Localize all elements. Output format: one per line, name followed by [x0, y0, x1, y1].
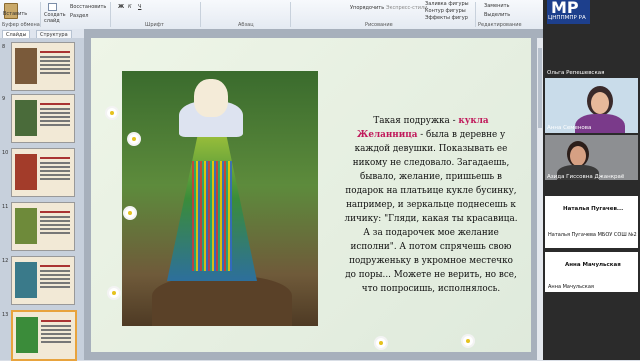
slide-thumbnail[interactable]: [11, 94, 75, 143]
thumbnail-item[interactable]: 9: [2, 94, 82, 144]
restore-button[interactable]: Восстановить: [70, 4, 106, 10]
slide-thumbnail[interactable]: [11, 256, 75, 305]
doll-ribbons: [192, 161, 232, 271]
group-clipboard: Буфер обмена: [2, 22, 40, 28]
daisy-decoration: [107, 108, 117, 118]
thumbnail-item-selected[interactable]: 13: [2, 310, 82, 361]
participant-name: Анна Мачульская: [565, 262, 621, 268]
slide-number: 13: [2, 312, 9, 318]
thumbnail-item[interactable]: 11: [2, 202, 82, 252]
daisy-decoration: [109, 288, 119, 298]
participant-face: [591, 92, 609, 114]
group-drawing: Рисование: [365, 22, 393, 28]
participant-name: Наталья Пугачев...: [563, 206, 624, 212]
participant-name: Анна Семенова: [547, 125, 592, 131]
participant-tile[interactable]: [545, 196, 638, 248]
participant-name: Азида Гиссовна Джанкраё: [547, 174, 625, 180]
daisy-decoration: [125, 208, 135, 218]
group-editing: Редактирование: [478, 22, 522, 28]
slide-number: 10: [2, 150, 9, 156]
divider: [290, 2, 291, 27]
daisy-decoration: [463, 336, 473, 346]
divider: [475, 2, 476, 27]
slide-text[interactable]: Такая подружка - кукла Желанница - была …: [343, 114, 519, 296]
ribbon: Вставить Буфер обмена Создать слайд Восс…: [0, 0, 543, 30]
arrange-button[interactable]: Упорядочить: [350, 5, 384, 11]
divider: [40, 2, 41, 27]
slide-editor[interactable]: Такая подружка - кукла Желанница - была …: [84, 29, 543, 360]
doll-head: [194, 79, 228, 117]
quick-styles-button[interactable]: Экспресс-стили: [386, 5, 427, 11]
daisy-decoration: [129, 134, 139, 144]
panel-tabs: Слайды Структура: [0, 29, 84, 39]
replace-button[interactable]: Заменить: [484, 3, 510, 9]
participant-face: [570, 146, 586, 166]
paste-button[interactable]: Вставить: [3, 11, 27, 17]
scrollbar-thumb[interactable]: [538, 48, 542, 128]
slide-text-body: - была в деревне у каждой девушки. Показ…: [344, 130, 518, 294]
meeting-sidebar: [543, 0, 640, 360]
slide-thumbnail[interactable]: [11, 310, 77, 361]
slide-thumbnail[interactable]: [11, 148, 75, 197]
slide-canvas[interactable]: Такая подружка - кукла Желанница - была …: [91, 38, 531, 352]
select-button[interactable]: Выделить: [484, 12, 510, 18]
section-button[interactable]: Раздел: [70, 13, 88, 19]
shape-fill-button[interactable]: Заливка фигуры: [425, 1, 469, 7]
slide-number: 12: [2, 258, 9, 264]
thumbnail-item[interactable]: 10: [2, 148, 82, 198]
thumbnail-item[interactable]: 8: [2, 42, 82, 92]
new-slide-icon[interactable]: [48, 3, 57, 11]
divider: [110, 2, 111, 27]
participant-name: Наталья Пугачева МБОУ СОШ №2: [548, 232, 637, 238]
slide-thumbnail[interactable]: [11, 202, 75, 251]
group-paragraph: Абзац: [238, 22, 254, 28]
divider: [200, 2, 201, 27]
create-slide-button[interactable]: Создать слайд: [44, 12, 66, 24]
tree-stump: [152, 276, 292, 326]
participant-name: Ольга Репешевская: [547, 70, 605, 76]
shape-effects-button[interactable]: Эффекты фигур: [425, 15, 468, 21]
daisy-decoration: [376, 338, 386, 348]
bold-button[interactable]: Ж: [118, 4, 124, 10]
slide-thumbnails[interactable]: 8 9 10 11 12 13: [0, 38, 84, 361]
slide-number: 8: [2, 44, 6, 50]
shape-outline-button[interactable]: Контур фигуры: [425, 8, 466, 14]
underline-button[interactable]: Ч: [138, 4, 141, 10]
slide-number: 11: [2, 204, 9, 210]
slide-number: 9: [2, 96, 6, 102]
participant-name: Анна Мачульская: [548, 284, 594, 290]
doll-photo: [122, 71, 318, 326]
slide-text-prefix: Такая подружка -: [373, 116, 459, 126]
group-font: Шрифт: [145, 22, 164, 28]
logo-subtitle: ЦНППМПР РА: [548, 15, 586, 21]
thumbnail-item[interactable]: 12: [2, 256, 82, 306]
slide-thumbnail[interactable]: [11, 42, 75, 91]
italic-button[interactable]: К: [128, 4, 132, 10]
